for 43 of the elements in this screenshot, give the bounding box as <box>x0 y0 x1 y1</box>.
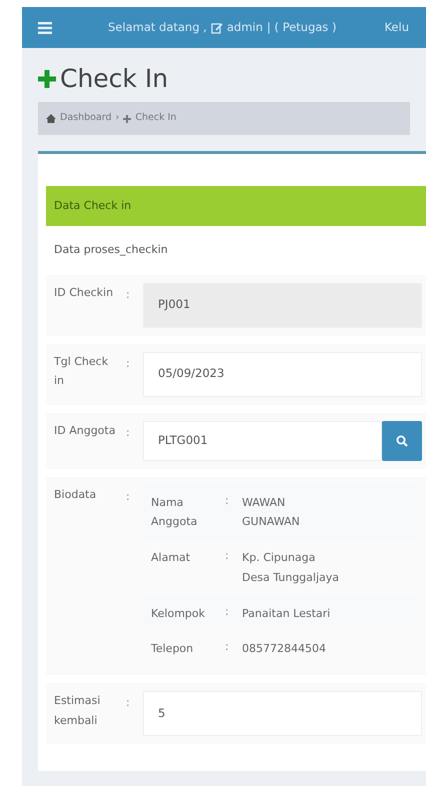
field-label: Estimasi kembali <box>54 693 102 729</box>
input-field: PJ001 <box>143 282 422 328</box>
greeting-text: Selamat datang , <box>108 18 207 36</box>
plus-icon <box>38 70 56 88</box>
detail-value: 085772844504 <box>242 641 327 658</box>
logout-link[interactable]: Kelu <box>384 18 409 36</box>
breadcrumb-link[interactable]: Check In <box>135 111 176 126</box>
colon-text: : <box>225 604 230 620</box>
detail-value: Panaitan Lestari <box>242 606 332 622</box>
detail-label: Nama Anggota <box>151 494 198 530</box>
field-label: Tgl Check in <box>54 354 110 389</box>
colon-text: : <box>126 695 131 712</box>
breadcrumb-separator: › <box>116 111 120 126</box>
detail-value: WAWAN GUNAWAN <box>242 494 301 530</box>
colon-text: : <box>225 548 230 564</box>
user-link[interactable]: admin <box>226 18 263 36</box>
colon-text: : <box>126 424 131 440</box>
detail-label: Kelompok <box>151 606 206 622</box>
field-label: ID Anggota <box>54 422 116 438</box>
home-icon <box>46 114 56 123</box>
colon-text: : <box>126 488 131 504</box>
colon-text: : <box>126 356 131 372</box>
edit-icon <box>210 22 223 34</box>
search-icon <box>396 434 408 446</box>
search-button[interactable] <box>382 420 422 460</box>
panel-title: Data Check in <box>54 198 132 214</box>
colon-text: : <box>126 286 131 302</box>
colon-text: : <box>225 492 230 508</box>
page-title: Check In <box>60 64 168 94</box>
role-text: | ( Petugas ) <box>266 18 336 36</box>
input-field[interactable]: 5 <box>143 691 422 736</box>
plus-icon <box>123 114 132 122</box>
panel-subtitle: Data proses_checkin <box>53 242 169 258</box>
field-label: ID Checkin <box>54 284 114 300</box>
field-label: Biodata <box>54 486 98 502</box>
colon-text: : <box>225 639 230 656</box>
input-field[interactable]: 05/09/2023 <box>143 352 422 396</box>
breadcrumb-link[interactable]: Dashboard <box>60 111 112 126</box>
detail-value: Kp. Cipunaga Desa Tunggaljaya <box>242 550 340 586</box>
detail-label: Alamat <box>151 550 192 566</box>
detail-label: Telepon <box>151 641 194 658</box>
search-field[interactable]: PLTG001 <box>143 420 382 460</box>
menu-icon[interactable] <box>38 22 52 34</box>
